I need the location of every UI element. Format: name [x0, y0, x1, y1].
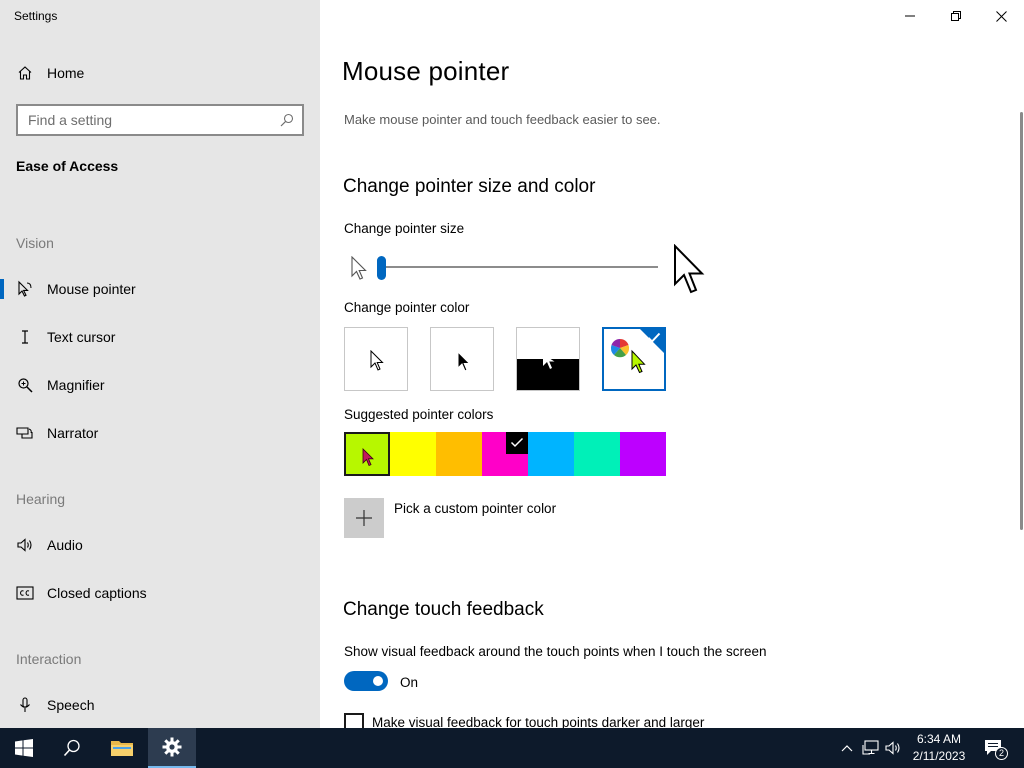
- group-heading-hearing: Hearing: [16, 491, 66, 507]
- settings-taskbar-button[interactable]: [148, 728, 196, 768]
- sidebar-item-label: Audio: [47, 537, 83, 553]
- scrollbar[interactable]: [1020, 112, 1023, 530]
- speaker-icon: [16, 536, 34, 554]
- sidebar-item-closed-captions[interactable]: Closed captions: [0, 573, 320, 613]
- close-icon: [995, 10, 1007, 22]
- small-pointer-icon: [351, 256, 367, 280]
- inverted-pointer-icon: [543, 350, 555, 369]
- toggle-state-label: On: [400, 675, 419, 690]
- suggested-color-magenta[interactable]: [482, 432, 528, 476]
- pointer-size-slider-thumb[interactable]: [377, 256, 386, 280]
- text-cursor-icon: [16, 328, 34, 346]
- search-placeholder: Find a setting: [28, 112, 113, 128]
- toggle-knob: [373, 676, 383, 686]
- restore-button[interactable]: [933, 0, 979, 32]
- chevron-up-icon[interactable]: [838, 739, 856, 757]
- gear-icon: [162, 737, 182, 757]
- sidebar-item-label: Text cursor: [47, 329, 116, 345]
- sidebar-item-narrator[interactable]: Narrator: [0, 413, 320, 453]
- microphone-icon: [16, 696, 34, 714]
- clock-date: 2/11/2023: [912, 749, 966, 763]
- group-heading-interaction: Interaction: [16, 651, 82, 667]
- nav-home-label: Home: [47, 65, 85, 81]
- pointer-color-label: Change pointer color: [344, 300, 470, 315]
- restore-icon: [951, 11, 961, 21]
- pointer-color-inverted[interactable]: [516, 327, 580, 391]
- sidebar-item-text-cursor[interactable]: Text cursor: [0, 317, 320, 357]
- nav-home[interactable]: Home: [0, 53, 320, 93]
- minimize-icon: [905, 15, 915, 17]
- sidebar-item-label: Mouse pointer: [47, 281, 136, 297]
- search-taskbar-button[interactable]: [48, 728, 96, 768]
- pointer-size-slider-track[interactable]: [382, 266, 658, 268]
- sidebar: Settings Home Find a setting Ease of Acc…: [0, 0, 320, 728]
- pointer-section-heading: Change pointer size and color: [343, 176, 596, 197]
- pointer-size-label: Change pointer size: [344, 221, 465, 236]
- suggested-color-orange[interactable]: [436, 432, 482, 476]
- file-explorer-button[interactable]: [98, 728, 146, 768]
- closed-captions-icon: [16, 584, 34, 602]
- search-icon[interactable]: [279, 112, 295, 128]
- group-heading-vision: Vision: [16, 235, 54, 251]
- clock-time: 6:34 AM: [916, 732, 962, 746]
- suggested-color-purple[interactable]: [620, 432, 666, 476]
- touch-section-heading: Change touch feedback: [343, 599, 544, 620]
- taskbar: 6:34 AM 2/11/2023 2: [0, 728, 1024, 768]
- windows-logo-icon: [15, 739, 33, 757]
- page-title: Mouse pointer: [342, 56, 510, 86]
- search-icon: [63, 739, 80, 757]
- black-pointer-icon: [457, 351, 471, 372]
- home-icon: [16, 64, 34, 82]
- touch-feedback-label: Show visual feedback around the touch po…: [344, 644, 767, 659]
- suggested-color-lime[interactable]: [344, 432, 390, 476]
- page-description: Make mouse pointer and touch feedback ea…: [344, 112, 661, 127]
- sidebar-item-mouse-pointer[interactable]: Mouse pointer: [0, 269, 320, 309]
- pink-pointer-icon: [362, 448, 374, 467]
- section-title: Ease of Access: [16, 158, 119, 174]
- app-title: Settings: [14, 9, 58, 23]
- folder-icon: [111, 741, 133, 756]
- sidebar-item-label: Magnifier: [47, 377, 105, 393]
- suggested-color-yellow[interactable]: [390, 432, 436, 476]
- pointer-color-white[interactable]: [344, 327, 408, 391]
- volume-icon[interactable]: [884, 739, 902, 757]
- checkmark-icon: [647, 332, 661, 343]
- sidebar-item-label: Speech: [47, 697, 95, 713]
- network-icon[interactable]: [862, 739, 880, 757]
- large-pointer-icon: [674, 244, 705, 294]
- sidebar-item-audio[interactable]: Audio: [0, 525, 320, 565]
- custom-color-label: Pick a custom pointer color: [394, 501, 557, 516]
- suggested-color-blue[interactable]: [528, 432, 574, 476]
- sidebar-item-label: Narrator: [47, 425, 99, 441]
- suggested-color-teal[interactable]: [574, 432, 620, 476]
- pointer-color-black[interactable]: [430, 327, 494, 391]
- main-pane: Mouse pointer Make mouse pointer and tou…: [320, 0, 1024, 728]
- custom-color-button[interactable]: [344, 498, 384, 538]
- clock[interactable]: 6:34 AM 2/11/2023: [906, 731, 972, 765]
- mouse-pointer-icon: [16, 280, 34, 298]
- sidebar-item-label: Closed captions: [47, 585, 147, 601]
- notification-count: 2: [995, 747, 1008, 760]
- plus-icon: [356, 510, 372, 526]
- sidebar-item-speech[interactable]: Speech: [0, 685, 320, 725]
- pointer-color-custom[interactable]: [602, 327, 666, 391]
- white-pointer-icon: [370, 350, 384, 371]
- touch-feedback-toggle[interactable]: [344, 671, 388, 691]
- checkmark-icon: [510, 437, 524, 448]
- search-input[interactable]: Find a setting: [16, 104, 304, 136]
- darker-feedback-checkbox[interactable]: [344, 713, 364, 728]
- notifications-button[interactable]: 2: [983, 738, 1008, 760]
- close-button[interactable]: [978, 0, 1024, 32]
- start-button[interactable]: [0, 728, 48, 768]
- suggested-colors-label: Suggested pointer colors: [344, 407, 494, 422]
- magnifier-icon: [16, 376, 34, 394]
- narrator-icon: [16, 424, 34, 442]
- minimize-button[interactable]: [887, 0, 933, 32]
- darker-feedback-label: Make visual feedback for touch points da…: [372, 715, 705, 728]
- sidebar-item-magnifier[interactable]: Magnifier: [0, 365, 320, 405]
